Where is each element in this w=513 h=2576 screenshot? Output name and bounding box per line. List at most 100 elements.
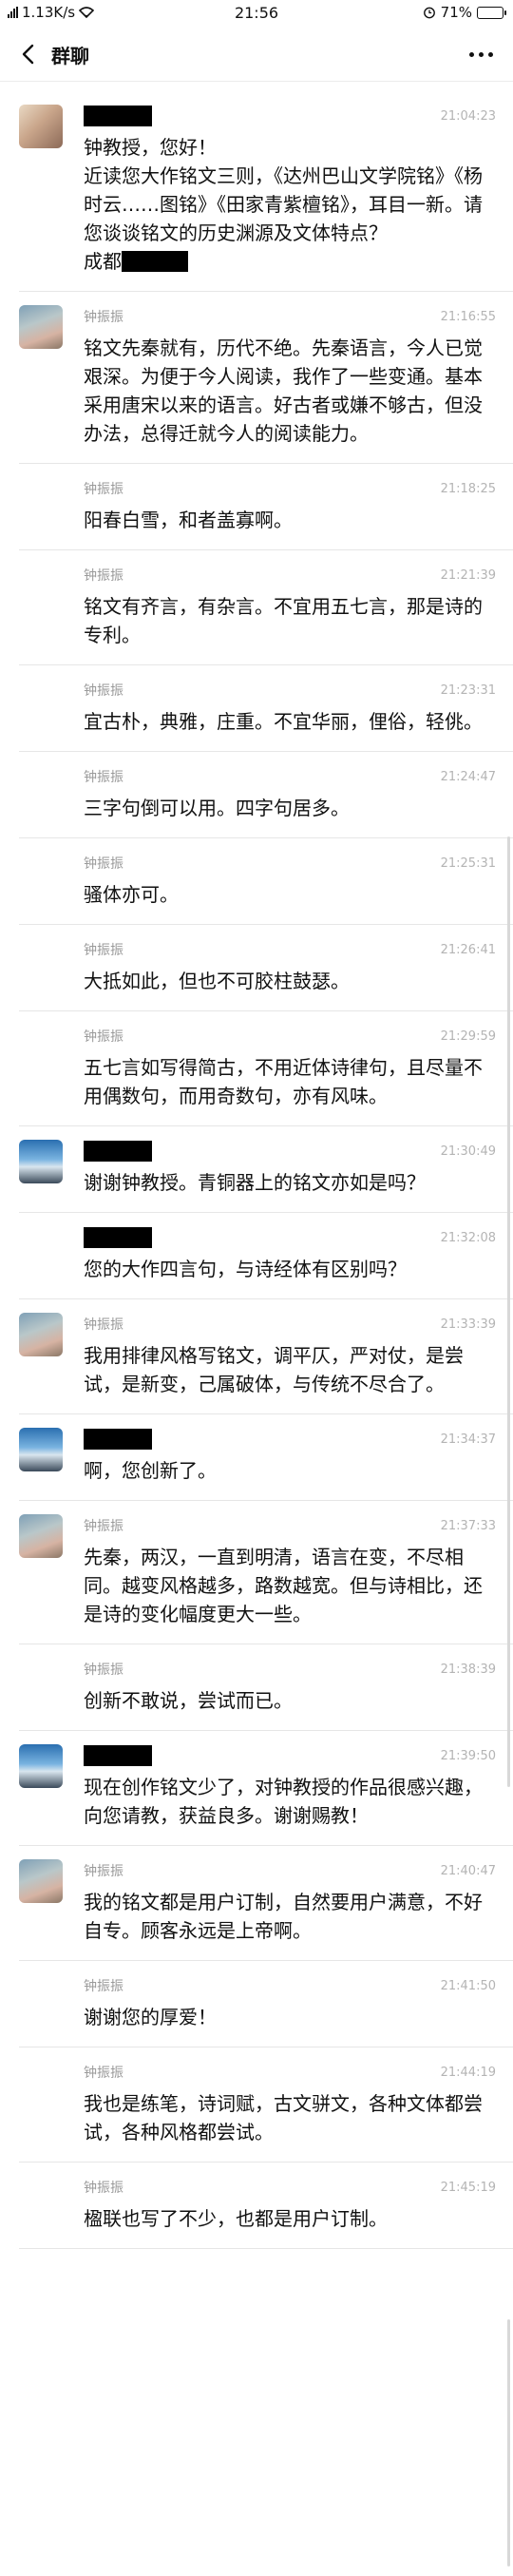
message-time: 21:32:08 [440,1230,496,1245]
message-time: 21:21:39 [440,567,496,583]
sender-name: 钟振振 [84,1317,124,1333]
message-time: 21:34:37 [440,1432,496,1447]
sender-name: 钟振振 [84,568,124,584]
chat-message[interactable]: 钟振振 21:21:39 铭文有齐言，有杂言。不宜用五七言，那是诗的专利。 [19,550,513,665]
message-time: 21:40:47 [440,1863,496,1878]
message-text: 我也是练笔，诗词赋，古文骈文，各种文体都尝试，各种风格都尝试。 [84,2092,483,2143]
redacted-sender-name [84,1227,152,1248]
message-time: 21:44:19 [440,2065,496,2080]
sender-name: 钟振振 [84,1519,124,1534]
chat-message[interactable]: 钟振振 21:40:47 我的铭文都是用户订制，自然要用户满意，不好自专。顾客永远是… [19,1846,513,1961]
chat-message[interactable]: 钟振振 21:23:31 宜古朴，典雅，庄重。不宜华丽，俚俗，轻佻。 [19,665,513,752]
more-dot-icon [478,51,484,57]
message-text: 阳春白雪，和者盖寡啊。 [84,509,293,531]
chat-message[interactable]: 钟振振 21:44:19 我也是练笔，诗词赋，古文骈文，各种文体都尝试，各种风格都尝… [19,2047,513,2163]
avatar[interactable] [19,1428,63,1471]
chat-message[interactable]: 21:04:23 钟教授，您好！ 近读您大作铭文三则，《达州巴山文学院铭》《杨时云… [19,91,513,292]
chat-message[interactable]: 钟振振 21:16:55 铭文先秦就有，历代不绝。先秦语言，今人已觉艰深。为便于今人… [19,292,513,464]
message-header: 钟振振 21:33:39 [84,1313,502,1336]
message-text: 先秦，两汉，一直到明清，语言在变，不尽相同。越变风格越多，路数越宽。但与诗相比，… [84,1546,483,1625]
chat-message[interactable]: 钟振振 21:24:47 三字句倒可以用。四字句居多。 [19,752,513,838]
message-time: 21:18:25 [440,481,496,496]
avatar[interactable] [19,1140,63,1183]
chat-message[interactable]: 钟振振 21:41:50 谢谢您的厚爱！ [19,1961,513,2047]
message-header: 21:32:08 [84,1226,502,1249]
chat-list: 21:04:23 钟教授，您好！ 近读您大作铭文三则，《达州巴山文学院铭》《杨时云… [0,91,513,2249]
chat-message[interactable]: 钟振振 21:25:31 骚体亦可。 [19,838,513,925]
more-dot-icon [487,51,493,57]
message-text: 啊，您创新了。 [84,1459,217,1482]
message-time: 21:37:33 [440,1518,496,1533]
sender-name: 钟振振 [84,2066,124,2081]
battery-percent: 71% [440,4,472,21]
alarm-icon [423,7,435,19]
chat-message[interactable]: 钟振振 21:33:39 我用排律风格写铭文，调平仄，严对仗，是尝试，是新变，己属破… [19,1299,513,1414]
chat-message[interactable]: 钟振振 21:37:33 先秦，两汉，一直到明清，语言在变，不尽相同。越变风格越多，… [19,1501,513,1644]
message-text: 现在创作铭文少了，对钟教授的作品很感兴趣，向您请教，获益良多。谢谢赐教！ [84,1776,483,1827]
message-time: 21:26:41 [440,942,496,957]
message-text: 铭文先秦就有，历代不绝。先秦语言，今人已觉艰深。为便于今人阅读，我作了一些变通。… [84,336,483,445]
avatar[interactable] [19,1514,63,1558]
sender-name: 钟振振 [84,482,124,497]
chat-message[interactable]: 钟振振 21:45:19 楹联也写了不少，也都是用户订制。 [19,2163,513,2249]
chat-message[interactable]: 21:34:37 啊，您创新了。 [19,1414,513,1501]
redacted-text [122,251,188,272]
message-text: 楹联也写了不少，也都是用户订制。 [84,2207,388,2230]
message-time: 21:23:31 [440,682,496,698]
message-text: 谢谢钟教授。青铜器上的铭文亦如是吗？ [84,1171,426,1194]
message-header: 钟振振 21:25:31 [84,852,502,875]
scrollbar-secondary [507,2319,510,2566]
message-header: 钟振振 21:16:55 [84,305,502,328]
message-header: 21:34:37 [84,1428,502,1451]
sender-name: 钟振振 [84,1864,124,1879]
message-time: 21:39:50 [440,1748,496,1763]
redacted-sender-name [84,1429,152,1450]
message-header: 钟振振 21:23:31 [84,679,502,702]
message-time: 21:25:31 [440,855,496,871]
avatar[interactable] [19,1859,63,1903]
chat-message[interactable]: 钟振振 21:18:25 阳春白雪，和者盖寡啊。 [19,464,513,550]
status-right: 71% [423,4,506,21]
message-time: 21:16:55 [440,309,496,324]
message-time: 21:45:19 [440,2180,496,2195]
message-text: 我用排律风格写铭文，调平仄，严对仗，是尝试，是新变，己属破体，与传统不尽合了。 [84,1344,464,1395]
status-bar: 1.13K/s 21:56 71% [0,0,513,27]
page-title: 群聊 [51,45,89,67]
avatar[interactable] [19,105,63,148]
message-header: 钟振振 21:21:39 [84,564,502,586]
chat-message[interactable]: 21:39:50 现在创作铭文少了，对钟教授的作品很感兴趣，向您请教，获益良多。谢… [19,1731,513,1846]
message-text: 钟教授，您好！ 近读您大作铭文三则，《达州巴山文学院铭》《杨时云……图铭》《田家… [84,133,502,276]
message-time: 21:29:59 [440,1028,496,1044]
message-time: 21:41:50 [440,1978,496,1993]
message-header: 钟振振 21:26:41 [84,938,502,961]
message-header: 钟振振 21:29:59 [84,1025,502,1048]
scrollbar[interactable] [507,836,510,1787]
message-time: 21:30:49 [440,1144,496,1159]
avatar[interactable] [19,1744,63,1788]
avatar[interactable] [19,1313,63,1356]
back-button[interactable] [11,38,44,70]
message-text: 骚体亦可。 [84,883,179,906]
nav-bar: 群聊 [0,27,513,82]
avatar[interactable] [19,305,63,349]
redacted-sender-name [84,1745,152,1766]
redacted-sender-name [84,106,152,126]
message-text: 您的大作四言句，与诗经体有区别吗？ [84,1258,407,1280]
chat-message[interactable]: 钟振振 21:26:41 大抵如此，但也不可胶柱鼓瑟。 [19,925,513,1011]
chat-message[interactable]: 钟振振 21:29:59 五七言如写得简古，不用近体诗律句，且尽量不用偶数句，而用奇… [19,1011,513,1126]
sender-name: 钟振振 [84,856,124,872]
message-time: 21:33:39 [440,1317,496,1332]
more-options-button[interactable] [462,38,500,70]
chat-message[interactable]: 21:30:49 谢谢钟教授。青铜器上的铭文亦如是吗？ [19,1126,513,1213]
sender-name: 钟振振 [84,310,124,325]
sender-name: 钟振振 [84,1979,124,1994]
chat-message[interactable]: 21:32:08 您的大作四言句，与诗经体有区别吗？ [19,1213,513,1299]
message-text: 谢谢您的厚爱！ [84,2006,217,2028]
message-time: 21:24:47 [440,769,496,784]
sender-name: 钟振振 [84,943,124,958]
message-text: 创新不敢说，尝试而已。 [84,1689,293,1712]
redacted-sender-name [84,1141,152,1162]
message-text: 三字句倒可以用。四字句居多。 [84,797,350,819]
chat-message[interactable]: 钟振振 21:38:39 创新不敢说，尝试而已。 [19,1644,513,1731]
sender-name: 钟振振 [84,683,124,699]
